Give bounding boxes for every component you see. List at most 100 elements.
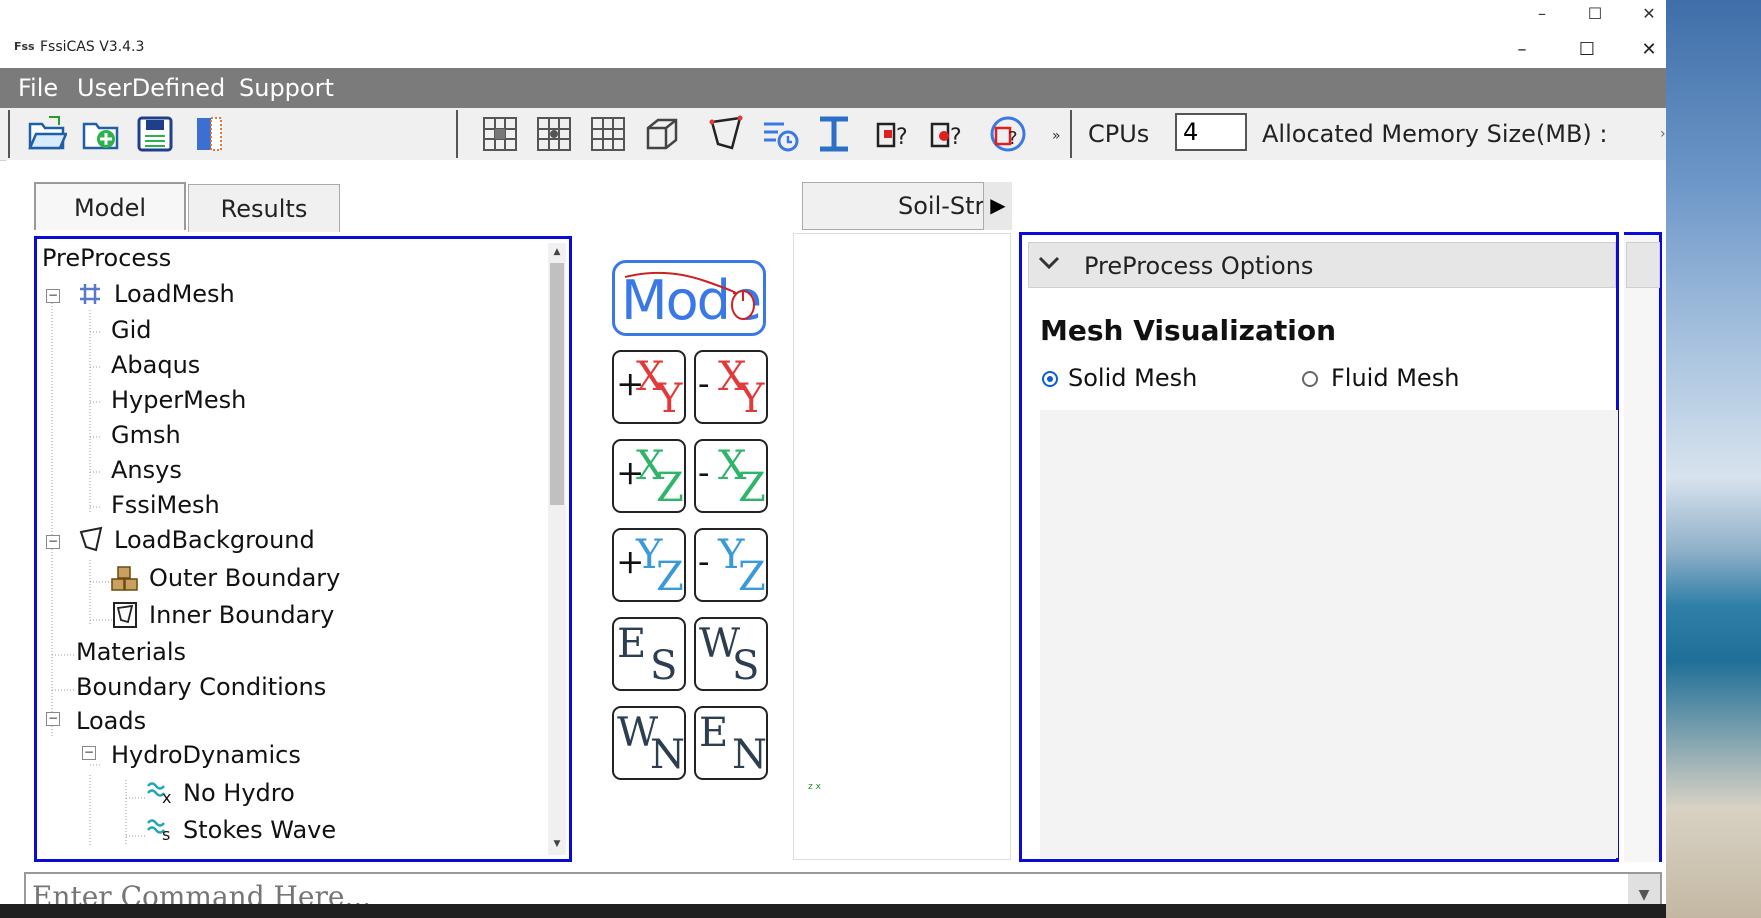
tree-item-abaqus[interactable]: Abaqus xyxy=(111,351,200,379)
cpus-input[interactable] xyxy=(1175,113,1247,151)
tree-item-boundary-conditions[interactable]: Boundary Conditions xyxy=(76,673,326,701)
solid-mesh-radio[interactable] xyxy=(1042,371,1058,387)
boundary-polygon-icon xyxy=(79,526,103,552)
scroll-thumb[interactable] xyxy=(550,263,564,505)
view-button-axis-b: N xyxy=(732,732,767,778)
tree-item-gmsh[interactable]: Gmsh xyxy=(111,421,181,449)
wave-s-icon: s xyxy=(147,819,170,842)
polygon-icon[interactable] xyxy=(706,114,746,154)
tree-item-loads[interactable]: Loads xyxy=(76,707,146,735)
view-button-axis-b: Z xyxy=(738,554,766,600)
view-button-axis-b: S xyxy=(650,643,678,689)
outer-close-button[interactable]: ✕ xyxy=(1632,2,1666,26)
grid-icon[interactable] xyxy=(588,114,628,154)
view-button-plus-xz[interactable]: + X Z xyxy=(612,439,686,513)
svg-text:x: x xyxy=(162,788,171,805)
desktop-wallpaper xyxy=(1666,0,1761,918)
collapse-icon[interactable]: − xyxy=(46,535,60,549)
mouse-icon xyxy=(624,271,755,320)
menu-userdefined[interactable]: UserDefined xyxy=(77,74,225,102)
app-logo-icon: Fss xyxy=(14,40,35,53)
view-button-minus-yz[interactable]: -YZ xyxy=(694,528,768,602)
tree-item-outer-boundary[interactable]: Outer Boundary xyxy=(149,564,340,592)
svg-text:?: ? xyxy=(1008,128,1018,149)
close-button[interactable]: ✕ xyxy=(1632,38,1666,62)
toolbar-end-chevron-icon[interactable]: › xyxy=(1660,126,1666,142)
view-button-wn[interactable]: WN xyxy=(612,706,686,780)
query-red-icon[interactable]: ? xyxy=(874,114,914,154)
timer-list-icon[interactable] xyxy=(760,114,800,154)
fluid-mesh-radio[interactable] xyxy=(1302,371,1318,387)
mode-button[interactable]: Mode xyxy=(612,260,766,336)
tree-item-hydrodynamics[interactable]: HydroDynamics xyxy=(111,741,301,769)
preprocess-options-title: PreProcess Options xyxy=(1084,252,1314,280)
app-window: – ☐ ✕ – ☐ ✕ Fss FssiCAS V3.4.3 File User… xyxy=(0,0,1666,918)
view-button-sign: - xyxy=(698,364,710,404)
taskbar xyxy=(0,904,1666,918)
scroll-down-icon[interactable]: ▼ xyxy=(550,837,564,851)
view-button-axis-b: Z xyxy=(656,554,684,600)
open-folder-icon[interactable] xyxy=(27,114,68,154)
tree-scrollbar[interactable]: ▲ ▼ xyxy=(548,243,566,855)
wave-x-icon: x xyxy=(147,782,171,805)
view-button-minus-xz[interactable]: -XZ xyxy=(694,439,768,513)
view-button-axis-a: E xyxy=(617,621,647,667)
svg-text:s: s xyxy=(162,825,170,842)
view-button-sign: - xyxy=(698,453,710,493)
tree-item-fssimesh[interactable]: FssiMesh xyxy=(111,491,220,519)
tab-soil-structure[interactable]: Soil-Structure xyxy=(802,182,984,230)
scroll-up-icon[interactable]: ▲ xyxy=(550,245,564,259)
fluid-mesh-label: Fluid Mesh xyxy=(1331,364,1460,392)
grid-dot-icon[interactable] xyxy=(534,114,574,154)
view-button-plus-xy[interactable]: + X Y xyxy=(612,350,686,424)
grid-center-icon[interactable] xyxy=(480,114,520,154)
menu-file[interactable]: File xyxy=(18,74,58,102)
view-button-es[interactable]: ES xyxy=(612,617,686,691)
tree-item-loadmesh[interactable]: LoadMesh xyxy=(114,280,235,308)
view-button-en[interactable]: EN xyxy=(694,706,768,780)
i-beam-icon[interactable] xyxy=(814,114,854,154)
mesh-visualization-title: Mesh Visualization xyxy=(1040,314,1337,347)
3d-viewport[interactable] xyxy=(793,233,1011,860)
tree-item-loadbackground[interactable]: LoadBackground xyxy=(114,526,315,554)
view-button-sign: - xyxy=(698,542,710,582)
add-folder-icon[interactable] xyxy=(81,114,121,154)
collapse-icon[interactable]: − xyxy=(46,289,60,303)
tree-item-preprocess[interactable]: PreProcess xyxy=(42,244,171,272)
cube-icon[interactable] xyxy=(642,114,682,154)
view-button-axis-b: Y xyxy=(738,376,765,422)
view-button-axis-b: Z xyxy=(738,465,766,511)
maximize-button[interactable]: ☐ xyxy=(1570,38,1604,62)
view-button-minus-xy[interactable]: -XY xyxy=(694,350,768,424)
collapse-icon[interactable]: − xyxy=(46,712,60,726)
cpus-label: CPUs xyxy=(1088,120,1150,148)
save-icon[interactable] xyxy=(135,114,175,154)
outer-minimize-button[interactable]: – xyxy=(1525,2,1559,26)
collapse-icon[interactable]: − xyxy=(82,746,96,760)
tree-item-stokes-wave[interactable]: Stokes Wave xyxy=(183,816,336,844)
tree-item-gid[interactable]: Gid xyxy=(111,316,152,344)
outer-maximize-button[interactable]: ☐ xyxy=(1578,2,1612,26)
chevron-down-icon[interactable] xyxy=(1036,250,1062,276)
toolbar-overflow-icon[interactable]: » xyxy=(1052,128,1061,144)
query-globe-icon[interactable]: ? xyxy=(988,114,1028,154)
book-icon[interactable] xyxy=(189,114,229,154)
minimize-button[interactable]: – xyxy=(1505,38,1539,62)
view-button-plus-yz[interactable]: + Y Z xyxy=(612,528,686,602)
secondary-panel-header[interactable] xyxy=(1626,242,1660,288)
tree-item-ansys[interactable]: Ansys xyxy=(111,456,182,484)
svg-text:?: ? xyxy=(896,125,908,150)
view-button-ws[interactable]: WS xyxy=(694,617,768,691)
tree-item-inner-boundary[interactable]: Inner Boundary xyxy=(149,601,334,629)
tab-model[interactable]: Model xyxy=(34,182,186,230)
tab-scroll-right-icon[interactable]: ▶ xyxy=(984,182,1012,230)
tree-item-no-hydro[interactable]: No Hydro xyxy=(183,779,295,807)
tab-results[interactable]: Results xyxy=(188,184,340,232)
tree-item-hypermesh[interactable]: HyperMesh xyxy=(111,386,246,414)
solid-mesh-label: Solid Mesh xyxy=(1068,364,1198,392)
view-button-axis-a: E xyxy=(699,710,729,756)
tree-item-materials[interactable]: Materials xyxy=(76,638,186,666)
menu-support[interactable]: Support xyxy=(239,74,334,102)
query-dot-icon[interactable]: ? xyxy=(928,114,968,154)
toolbar-separator xyxy=(8,110,10,158)
